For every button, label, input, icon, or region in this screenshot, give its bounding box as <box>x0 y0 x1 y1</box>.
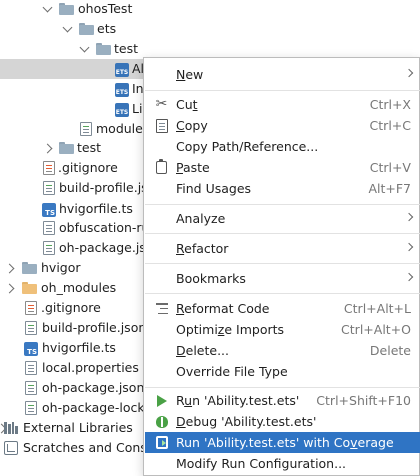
ets-file-icon: ETS <box>114 82 130 98</box>
folder-icon <box>95 41 111 57</box>
library-icon <box>3 420 19 436</box>
copy-icon <box>154 118 169 133</box>
folder-icon <box>58 1 74 17</box>
shortcut-label: Ctrl+V <box>369 160 411 175</box>
tree-node-label: oh-package.js <box>59 240 146 255</box>
file-icon <box>41 220 57 236</box>
tree-node-label: oh-package-lock <box>42 400 145 415</box>
menu-item-new[interactable]: New <box>145 64 420 85</box>
submenu-arrow-icon <box>404 242 414 252</box>
tree-node-label: oh_modules <box>41 280 117 295</box>
tree-node-label: test <box>77 140 102 155</box>
menu-separator <box>145 204 420 205</box>
folder-icon <box>78 21 94 37</box>
folder-icon <box>21 260 37 276</box>
ts-file-icon: TS <box>23 341 39 357</box>
menu-separator <box>145 293 420 294</box>
tree-node-label: Scratches and Conso <box>23 440 155 455</box>
menu-item-debug[interactable]: Debug 'Ability.test.ets' <box>145 411 420 432</box>
menu-item-bookmarks[interactable]: Bookmarks <box>145 268 420 289</box>
tree-node-label: module. <box>96 121 147 136</box>
menu-separator <box>145 90 420 91</box>
menu-item-modify-run-configuration[interactable]: Modify Run Configuration... <box>145 453 420 474</box>
shortcut-label: Ctrl+Alt+O <box>341 322 411 337</box>
menu-item-cut[interactable]: ✂ Cut Ctrl+X <box>145 94 420 115</box>
tree-node-label: .gitignore <box>58 160 118 175</box>
json-file-icon <box>23 320 39 336</box>
ets-file-icon: ETS <box>114 62 130 78</box>
shortcut-label: Ctrl+C <box>369 118 411 133</box>
tree-node-label: build-profile.json <box>42 320 147 335</box>
shortcut-label: Ctrl+X <box>369 97 411 112</box>
chevron-down-icon[interactable] <box>78 42 90 55</box>
menu-item-refactor[interactable]: Refactor <box>145 238 420 259</box>
run-icon <box>154 393 169 408</box>
tree-node-ets[interactable]: ets <box>0 19 420 39</box>
tree-node-label: External Libraries <box>23 420 133 435</box>
menu-separator <box>145 263 420 264</box>
shortcut-label: Ctrl+Alt+L <box>343 301 411 316</box>
tree-node-label: oh-package.json5 <box>42 380 153 395</box>
reformat-icon <box>154 301 169 316</box>
menu-item-run[interactable]: Run 'Ability.test.ets' Ctrl+Shift+F10 <box>145 390 420 411</box>
menu-separator <box>145 387 420 388</box>
menu-item-run-with-coverage[interactable]: Run 'Ability.test.ets' with Coverage <box>145 432 420 453</box>
folder-icon <box>58 140 74 156</box>
shortcut-label: Ctrl+Shift+F10 <box>316 393 411 408</box>
coverage-icon <box>154 435 169 450</box>
menu-item-override-file-type[interactable]: Override File Type <box>145 361 420 382</box>
menu-item-copy-path[interactable]: Copy Path/Reference... <box>145 136 420 157</box>
tree-node-label: hvigor <box>41 260 81 275</box>
tree-node-label: build-profile.js <box>59 180 148 195</box>
menu-item-reformat-code[interactable]: Reformat Code Ctrl+Alt+L <box>145 298 420 319</box>
tree-node-label: ets <box>97 21 117 36</box>
tree-node-label: local.properties <box>42 360 139 375</box>
tree-node-ohostest[interactable]: ohosTest <box>0 0 420 19</box>
tree-node-label: obfuscation-ru <box>59 220 150 235</box>
menu-item-find-usages[interactable]: Find Usages Alt+F7 <box>145 178 420 199</box>
tree-node-label: .gitignore <box>41 300 101 315</box>
tree-node-test[interactable]: test <box>0 39 420 59</box>
file-icon <box>23 360 39 376</box>
shortcut-label: Alt+F7 <box>368 181 411 196</box>
submenu-arrow-icon <box>404 68 414 78</box>
submenu-arrow-icon <box>404 212 414 222</box>
menu-item-analyze[interactable]: Analyze <box>145 208 420 229</box>
chevron-right-icon[interactable] <box>4 282 17 294</box>
tree-node-label: hvigorfile.ts <box>59 201 133 216</box>
chevron-down-icon[interactable] <box>41 2 53 15</box>
debug-icon <box>154 414 169 429</box>
git-file-icon <box>41 160 57 176</box>
json-file-icon <box>78 121 94 137</box>
chevron-right-icon[interactable] <box>4 262 17 274</box>
chevron-right-icon[interactable] <box>42 142 55 154</box>
tree-node-label: test <box>114 41 139 56</box>
ets-file-icon: ETS <box>114 102 130 118</box>
chevron-down-icon[interactable] <box>61 22 73 35</box>
menu-item-copy[interactable]: Copy Ctrl+C <box>145 115 420 136</box>
context-menu: New ✂ Cut Ctrl+X Copy Ctrl+C Copy Path/R… <box>143 57 420 476</box>
clipboard-icon <box>154 159 169 175</box>
menu-separator <box>145 233 420 234</box>
json-file-icon <box>41 240 57 256</box>
submenu-arrow-icon <box>404 272 414 282</box>
scratch-icon <box>3 440 19 456</box>
git-file-icon <box>23 300 39 316</box>
scissors-icon: ✂ <box>155 96 168 112</box>
menu-item-delete[interactable]: Delete... Delete <box>145 340 420 361</box>
tree-node-label: ohosTest <box>78 1 133 16</box>
tree-node-label: In <box>132 81 144 96</box>
menu-item-optimize-imports[interactable]: Optimize Imports Ctrl+Alt+O <box>145 319 420 340</box>
json-file-icon <box>41 180 57 196</box>
shortcut-label: Delete <box>369 343 411 358</box>
menu-item-paste[interactable]: Paste Ctrl+V <box>145 157 420 178</box>
tree-node-label: Li <box>132 101 143 116</box>
tree-node-label: hvigorfile.ts <box>42 340 116 355</box>
json-file-icon <box>23 380 39 396</box>
ts-file-icon: TS <box>41 202 57 218</box>
json-file-icon <box>23 400 39 416</box>
folder-orange-icon <box>21 280 37 296</box>
